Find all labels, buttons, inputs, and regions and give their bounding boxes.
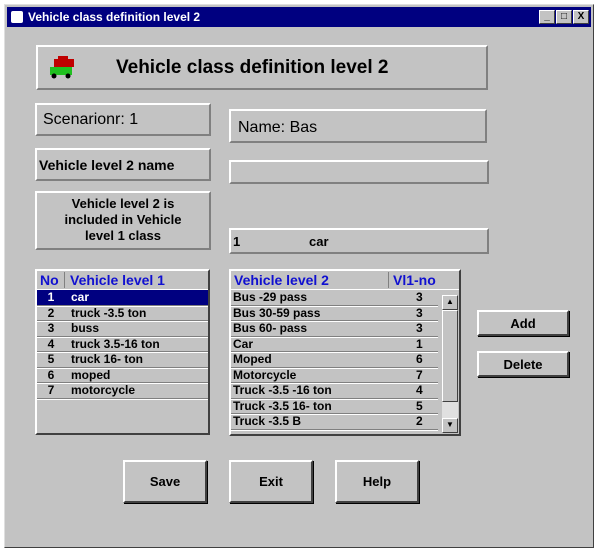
level2-name-input[interactable] <box>229 160 489 184</box>
scenario-label: Scenarionr: 1 <box>35 103 211 136</box>
title-bar: Vehicle class definition level 2 _ □ X <box>7 7 591 27</box>
level1-list[interactable]: No Vehicle level 1 1 car 2 truck -3.5 ton 3 b… <box>35 269 210 435</box>
window-title: Vehicle class definition level 2 <box>28 10 201 24</box>
item-name: moped <box>71 367 111 382</box>
item-name: Car <box>233 336 254 351</box>
list-item[interactable]: 5 truck 16- ton <box>37 352 208 368</box>
add-button[interactable]: Add <box>477 310 569 336</box>
scrollbar[interactable]: ▲ ▼ <box>442 295 458 433</box>
item-name: truck 3.5-16 ton <box>71 336 160 351</box>
item-vl1-no: 3 <box>416 321 423 336</box>
item-vl1-no: 3 <box>416 290 423 305</box>
scroll-thumb[interactable] <box>442 310 458 402</box>
scroll-up-button[interactable]: ▲ <box>442 295 458 310</box>
column-header-vl1-no[interactable]: Vl1-no <box>389 272 436 288</box>
exit-button[interactable]: Exit <box>229 460 313 503</box>
selected-class-field: 1 car <box>229 228 489 254</box>
scroll-down-button[interactable]: ▼ <box>442 418 458 433</box>
item-no: 1 <box>47 290 55 305</box>
list-item[interactable]: Truck -3.5 B 2 <box>231 414 438 430</box>
list-item[interactable]: 2 truck -3.5 ton <box>37 305 208 321</box>
item-name: Truck -3.5 B <box>233 414 302 429</box>
item-name: truck 16- ton <box>71 352 144 367</box>
item-no: 5 <box>47 352 55 367</box>
item-no: 2 <box>47 305 55 320</box>
level1-list-header: No Vehicle level 1 <box>37 271 208 290</box>
item-vl1-no: 5 <box>416 398 423 413</box>
level2-list[interactable]: Vehicle level 2 Vl1-no Bus -29 pass 3 Bus … <box>229 269 461 436</box>
list-item[interactable]: Bus -29 pass 3 <box>231 290 438 306</box>
item-name: Truck -3.5 16- ton <box>233 398 332 413</box>
item-no: 3 <box>47 321 55 336</box>
delete-button[interactable]: Delete <box>477 351 569 377</box>
item-name: car <box>71 290 90 305</box>
help-button[interactable]: Help <box>335 460 419 503</box>
included-label: Vehicle level 2 is included in Vehicle l… <box>35 191 211 250</box>
list-item[interactable]: 3 buss <box>37 321 208 337</box>
item-vl1-no: 3 <box>416 305 423 320</box>
item-vl1-no: 4 <box>416 383 423 398</box>
level2-list-header: Vehicle level 2 Vl1-no <box>231 271 459 290</box>
app-icon <box>11 11 23 23</box>
dialog-window: Vehicle class definition level 2 _ □ X V… <box>4 4 594 548</box>
cars-icon <box>50 55 74 78</box>
list-item[interactable]: Moped 6 <box>231 352 438 368</box>
list-item[interactable]: 6 moped <box>37 367 208 383</box>
item-name: truck -3.5 ton <box>71 305 147 320</box>
list-item[interactable]: Truck -3.5 -16 ton 4 <box>231 383 438 399</box>
save-button[interactable]: Save <box>123 460 207 503</box>
list-item[interactable]: Bus 30-59 pass 3 <box>231 305 438 321</box>
level2-name-label: Vehicle level 2 name <box>35 148 211 181</box>
item-name: buss <box>71 321 100 336</box>
column-header-no[interactable]: No <box>37 272 65 288</box>
item-no: 4 <box>47 336 55 351</box>
list-item[interactable]: Truck -3.5 16- ton 5 <box>231 398 438 414</box>
list-item[interactable]: Motorcycle 7 <box>231 367 438 383</box>
selected-class-no: 1 <box>233 233 241 249</box>
item-name: Bus 30-59 pass <box>233 305 321 320</box>
maximize-button[interactable]: □ <box>556 10 572 24</box>
list-item[interactable]: 7 motorcycle <box>37 383 208 399</box>
minimize-button[interactable]: _ <box>539 10 555 24</box>
column-header-vehicle-level-2[interactable]: Vehicle level 2 <box>231 272 389 288</box>
item-name: motorcycle <box>71 383 136 398</box>
item-name: Motorcycle <box>233 367 297 382</box>
item-name: Truck -3.5 -16 ton <box>233 383 332 398</box>
list-item[interactable]: Car 1 <box>231 336 438 352</box>
header-panel: Vehicle class definition level 2 <box>36 45 488 90</box>
item-vl1-no: 1 <box>416 336 423 351</box>
close-button[interactable]: X <box>573 10 589 24</box>
selected-class-name: car <box>309 233 329 249</box>
item-no: 7 <box>47 383 55 398</box>
item-name: Bus -29 pass <box>233 290 308 305</box>
item-name: Moped <box>233 352 272 367</box>
item-name: Bus 60- pass <box>233 321 308 336</box>
item-vl1-no: 2 <box>416 414 423 429</box>
item-no: 6 <box>47 367 55 382</box>
column-header-vehicle-level-1[interactable]: Vehicle level 1 <box>65 272 165 288</box>
item-vl1-no: 7 <box>416 367 423 382</box>
page-title: Vehicle class definition level 2 <box>116 56 389 78</box>
name-label: Name: Bas <box>229 109 487 143</box>
list-item[interactable]: Bus 60- pass 3 <box>231 321 438 337</box>
list-item[interactable]: 1 car <box>37 290 208 306</box>
item-vl1-no: 6 <box>416 352 423 367</box>
list-item[interactable]: 4 truck 3.5-16 ton <box>37 336 208 352</box>
